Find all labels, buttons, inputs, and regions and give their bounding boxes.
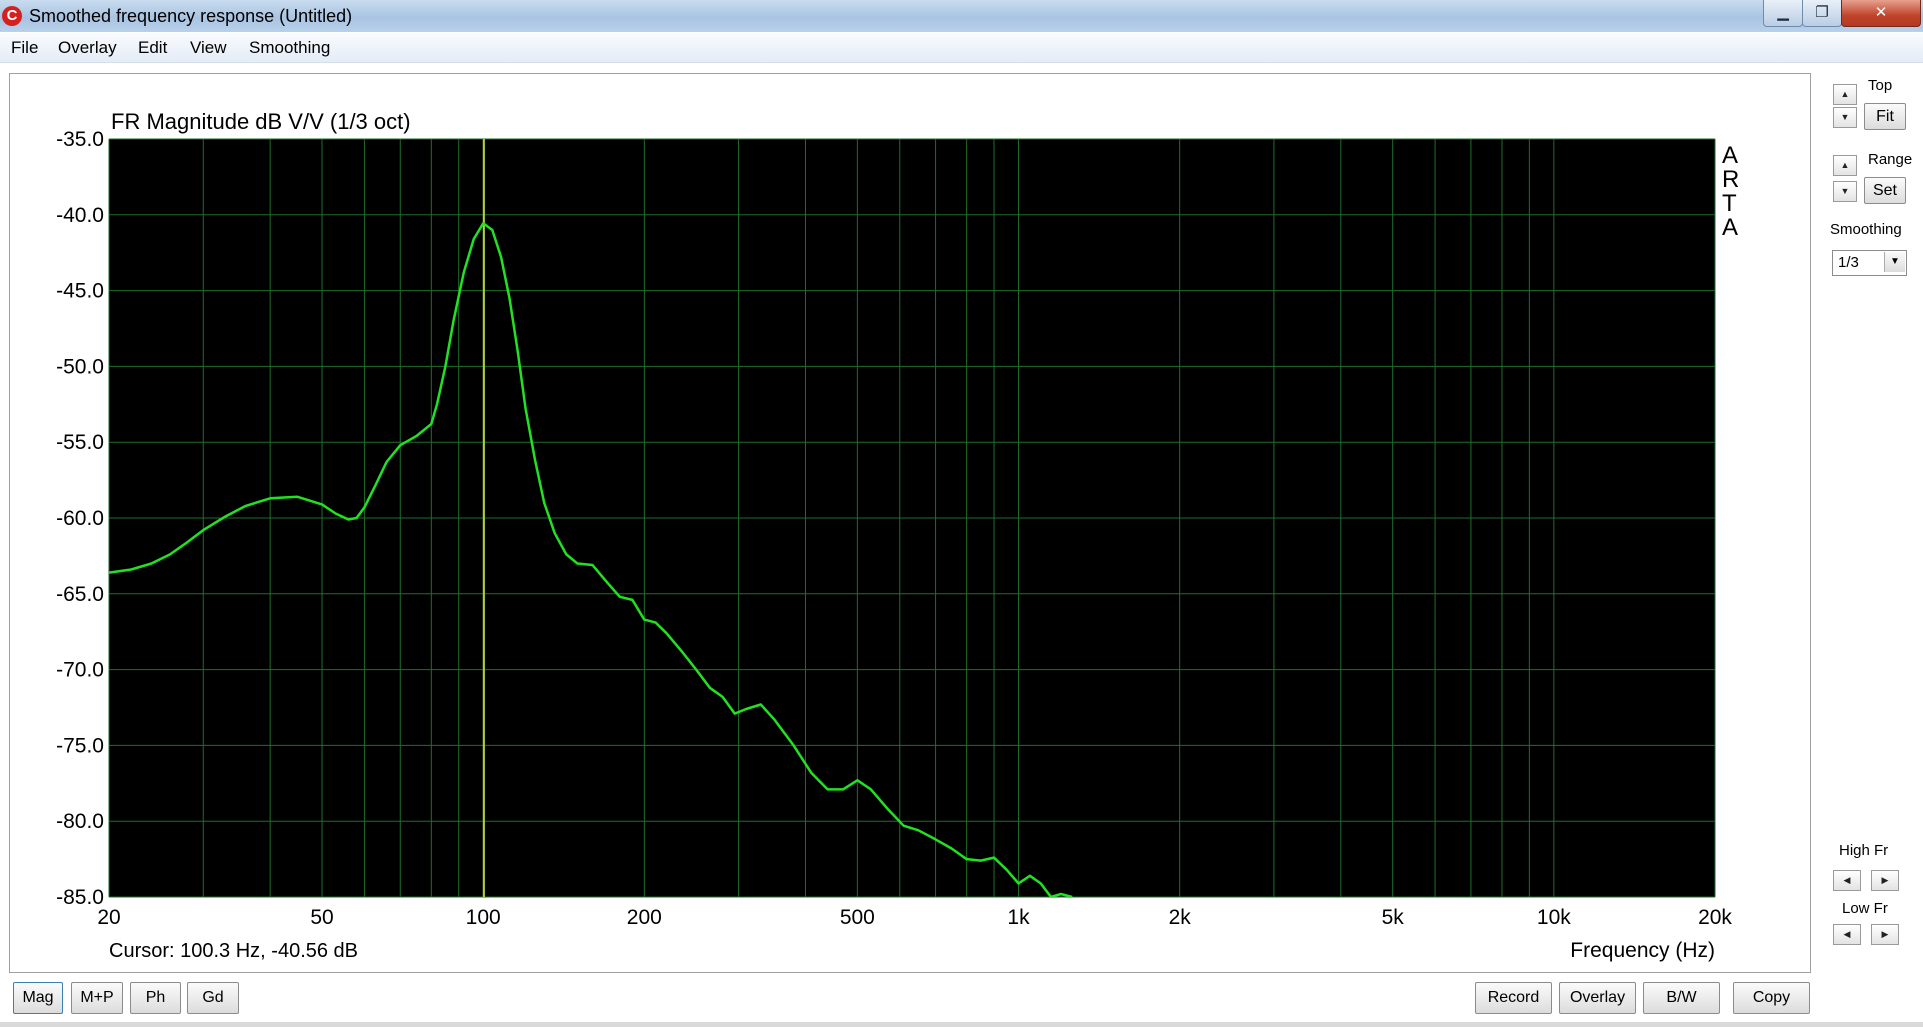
high-fr-label: High Fr: [1839, 842, 1889, 859]
maximize-button[interactable]: ❐: [1802, 0, 1842, 27]
set-button[interactable]: Set: [1864, 177, 1906, 204]
arta-watermark-letter: R: [1722, 166, 1739, 193]
range-down-button[interactable]: ▼: [1833, 181, 1857, 202]
x-tick-label: 50: [310, 906, 333, 929]
menu-smoothing[interactable]: Smoothing: [249, 38, 330, 58]
arrow-down-icon: ▼: [1840, 186, 1850, 196]
y-tick-label: -80.0: [56, 810, 104, 833]
high-fr-left-button[interactable]: ◀: [1833, 870, 1861, 891]
arta-watermark-letter: A: [1722, 142, 1738, 169]
top-down-button[interactable]: ▼: [1833, 107, 1857, 128]
mp-button[interactable]: M+P: [71, 982, 123, 1014]
menu-view[interactable]: View: [190, 38, 227, 58]
bw-button[interactable]: B/W: [1643, 982, 1720, 1014]
smoothing-label: Smoothing: [1830, 221, 1902, 238]
x-tick-label: 1k: [1007, 906, 1030, 929]
x-tick-label: 20k: [1698, 906, 1732, 929]
range-label: Range: [1868, 151, 1913, 168]
minimize-icon: ▁: [1777, 3, 1789, 21]
arrow-down-icon: ▼: [1840, 112, 1850, 122]
fit-button[interactable]: Fit: [1864, 103, 1906, 130]
low-fr-label: Low Fr: [1842, 900, 1888, 917]
y-tick-label: -40.0: [56, 204, 104, 227]
smoothing-select[interactable]: 1/3 ▼: [1832, 250, 1907, 276]
close-icon: ✕: [1874, 3, 1888, 21]
overlay-button[interactable]: Overlay: [1559, 982, 1636, 1014]
arrow-up-icon: ▲: [1840, 89, 1850, 99]
x-tick-label: 500: [840, 906, 875, 929]
title-bar: C Smoothed frequency response (Untitled)…: [0, 0, 1923, 32]
arrow-left-icon: ◀: [1843, 875, 1851, 885]
range-up-button[interactable]: ▲: [1833, 155, 1857, 176]
y-tick-label: -45.0: [56, 280, 104, 303]
arrow-right-icon: ▶: [1881, 929, 1889, 939]
x-tick-label: 2k: [1169, 906, 1192, 929]
status-bar: [0, 1022, 1923, 1027]
y-tick-label: -65.0: [56, 583, 104, 606]
top-label: Top: [1868, 77, 1893, 94]
x-tick-label: 100: [466, 906, 501, 929]
low-fr-right-button[interactable]: ▶: [1871, 924, 1899, 945]
top-up-button[interactable]: ▲: [1833, 84, 1857, 105]
y-tick-label: -70.0: [56, 659, 104, 682]
y-tick-label: -35.0: [56, 128, 104, 151]
arrow-left-icon: ◀: [1843, 929, 1851, 939]
menu-overlay[interactable]: Overlay: [58, 38, 117, 58]
low-fr-left-button[interactable]: ◀: [1833, 924, 1861, 945]
arta-watermark-letter: T: [1722, 190, 1737, 217]
ph-button[interactable]: Ph: [130, 982, 181, 1014]
chart-panel: -35.0 -40.0 -45.0 -50.0 -55.0 -60.0 -65.0 -70.0…: [9, 73, 1811, 973]
close-button[interactable]: ✕: [1841, 0, 1921, 27]
arta-watermark-letter: A: [1722, 214, 1738, 241]
chevron-down-icon: ▼: [1884, 252, 1905, 272]
menu-edit[interactable]: Edit: [138, 38, 167, 58]
x-tick-label: 20: [97, 906, 120, 929]
x-tick-label: 5k: [1382, 906, 1405, 929]
smoothing-value: 1/3: [1838, 254, 1859, 271]
x-tick-label: 200: [627, 906, 662, 929]
frequency-response-chart[interactable]: -35.0 -40.0 -45.0 -50.0 -55.0 -60.0 -65.0 -70.0…: [10, 74, 1810, 972]
arrow-up-icon: ▲: [1840, 160, 1850, 170]
x-axis-label: Frequency (Hz): [1570, 939, 1715, 962]
y-tick-label: -55.0: [56, 431, 104, 454]
gd-button[interactable]: Gd: [187, 982, 239, 1014]
mag-button[interactable]: Mag: [13, 982, 63, 1014]
arrow-right-icon: ▶: [1881, 875, 1889, 885]
restore-icon: ❐: [1815, 3, 1829, 21]
x-tick-label: 10k: [1537, 906, 1571, 929]
cursor-readout: Cursor: 100.3 Hz, -40.56 dB: [109, 940, 358, 962]
record-button[interactable]: Record: [1475, 982, 1552, 1014]
y-tick-label: -50.0: [56, 355, 104, 378]
minimize-button[interactable]: ▁: [1763, 0, 1803, 27]
menu-file[interactable]: File: [11, 38, 38, 58]
y-tick-label: -60.0: [56, 507, 104, 530]
copy-button[interactable]: Copy: [1733, 982, 1810, 1014]
high-fr-right-button[interactable]: ▶: [1871, 870, 1899, 891]
chart-title: FR Magnitude dB V/V (1/3 oct): [111, 109, 411, 134]
menu-bar: File Overlay Edit View Smoothing: [0, 33, 1923, 63]
window-title: Smoothed frequency response (Untitled): [29, 6, 353, 26]
y-tick-label: -75.0: [56, 734, 104, 757]
app-icon: C: [2, 6, 22, 26]
